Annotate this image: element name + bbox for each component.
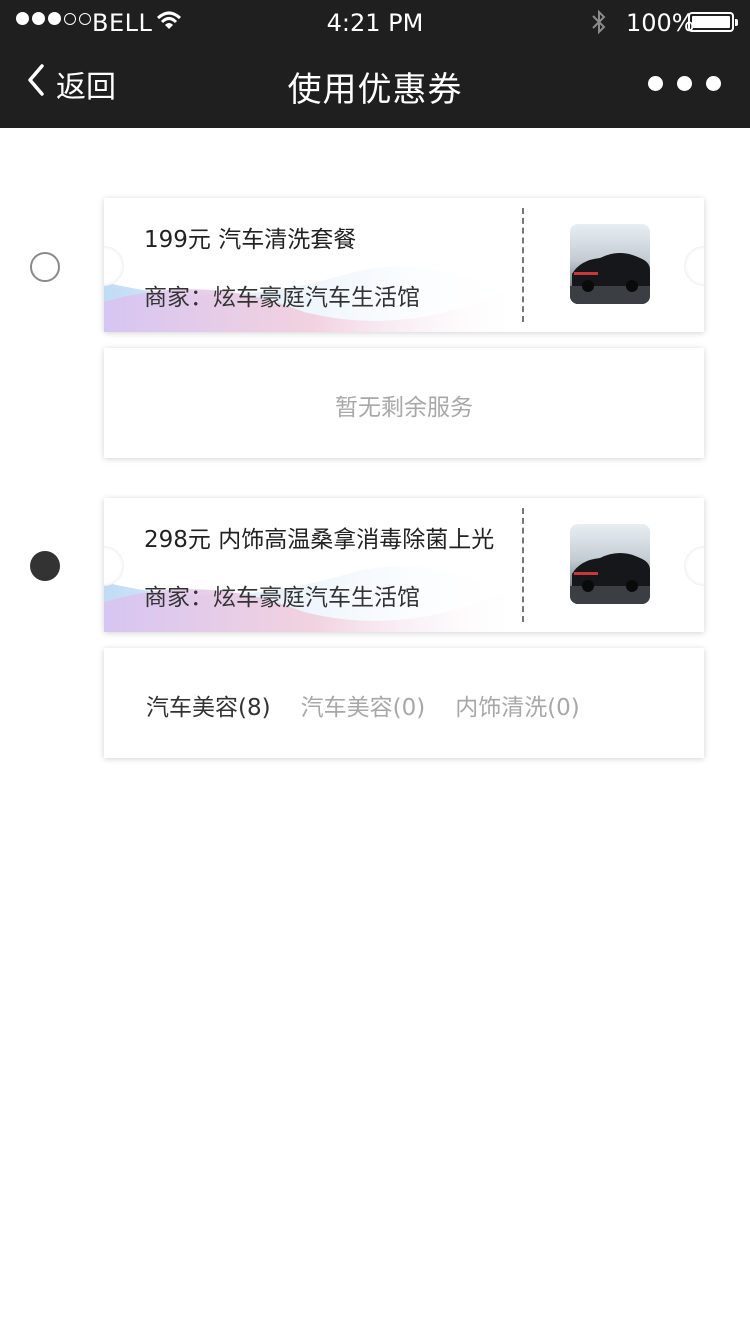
more-dot-icon bbox=[706, 76, 721, 91]
more-options-button[interactable] bbox=[648, 76, 721, 91]
top-bar: BELL 4:21 PM 100% 返回 使用优惠券 bbox=[0, 0, 750, 128]
service-tag[interactable]: 汽车美容(8) bbox=[146, 688, 271, 722]
coupon-card-2[interactable]: 298元 内饰高温桑拿消毒除菌上光 商家：炫车豪庭汽车生活馆 bbox=[104, 498, 704, 632]
coupon-merchant: 商家：炫车豪庭汽车生活馆 bbox=[144, 285, 420, 311]
service-box-2: 汽车美容(8) 汽车美容(0) 内饰清洗(0) bbox=[104, 648, 704, 758]
coupon-merchant: 商家：炫车豪庭汽车生活馆 bbox=[144, 585, 420, 611]
battery-percentage: 100% bbox=[626, 9, 695, 37]
coupon-name: 298元 内饰高温桑拿消毒除菌上光 bbox=[144, 527, 495, 553]
no-service-text: 暂无剩余服务 bbox=[335, 395, 473, 421]
status-bar: BELL 4:21 PM 100% bbox=[0, 0, 750, 44]
service-box-1: 暂无剩余服务 bbox=[104, 348, 704, 458]
navigation-bar: 返回 使用优惠券 bbox=[0, 44, 750, 128]
ticket-notch-right bbox=[684, 246, 704, 286]
battery-icon bbox=[688, 12, 738, 32]
coupon-radio-1[interactable] bbox=[30, 252, 60, 282]
more-dot-icon bbox=[677, 76, 692, 91]
coupon-name: 199元 汽车清洗套餐 bbox=[144, 227, 357, 253]
screen: BELL 4:21 PM 100% 返回 使用优惠券 199元 汽车清洗套餐 商… bbox=[0, 0, 750, 1334]
car-thumbnail bbox=[570, 224, 650, 304]
bluetooth-icon bbox=[590, 9, 608, 41]
service-tag[interactable]: 汽车美容(0) bbox=[301, 688, 426, 722]
service-tag[interactable]: 内饰清洗(0) bbox=[455, 688, 580, 722]
coupon-radio-2[interactable] bbox=[30, 551, 60, 581]
more-dot-icon bbox=[648, 76, 663, 91]
dashed-divider bbox=[522, 508, 524, 622]
coupon-card-1[interactable]: 199元 汽车清洗套餐 商家：炫车豪庭汽车生活馆 bbox=[104, 198, 704, 332]
service-tags: 汽车美容(8) 汽车美容(0) 内饰清洗(0) bbox=[146, 688, 580, 722]
ticket-notch-right bbox=[684, 546, 704, 586]
car-thumbnail bbox=[570, 524, 650, 604]
dashed-divider bbox=[522, 208, 524, 322]
page-title: 使用优惠券 bbox=[287, 70, 463, 110]
